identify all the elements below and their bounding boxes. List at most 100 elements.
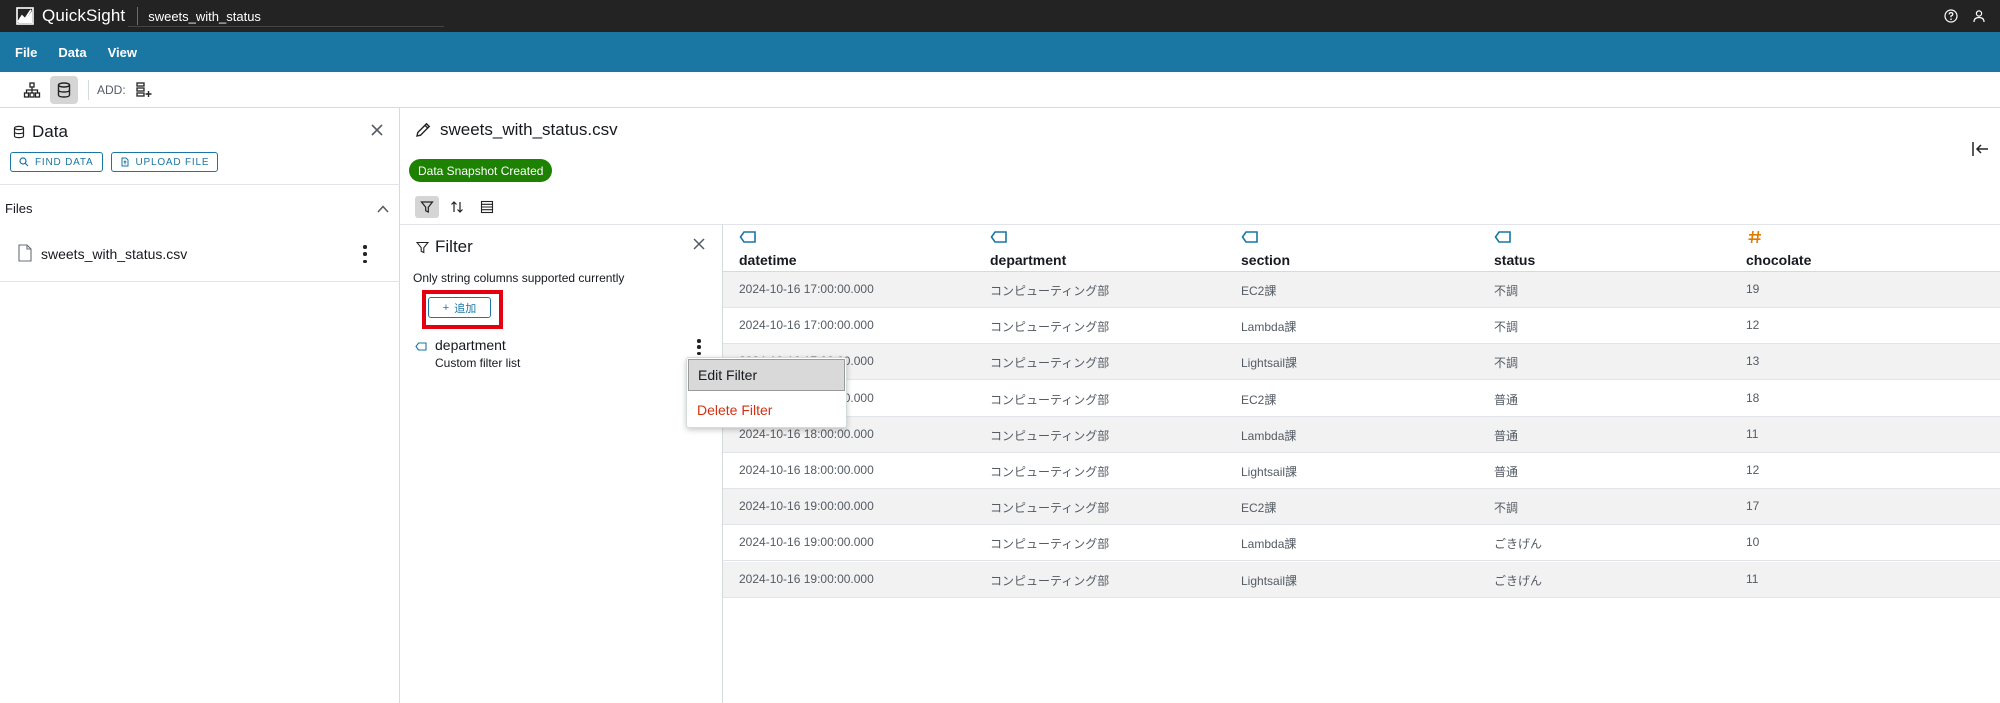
- menu-file[interactable]: File: [15, 45, 37, 60]
- table-row[interactable]: 2024-10-16 19:00:00.000 コンピューティング部 EC2課 不調 1…: [723, 489, 2000, 526]
- filter-toggle-button[interactable]: [415, 196, 439, 218]
- table-cell-chocolate: 11: [1746, 571, 1759, 586]
- table-cell-datetime: 2024-10-16 19:00:00.000: [739, 535, 874, 550]
- column-name: section: [1241, 252, 1291, 268]
- filter-item-name[interactable]: department: [435, 337, 506, 353]
- column-header-chocolate[interactable]: chocolate: [1730, 225, 1982, 271]
- table-cell-section: EC2課: [1241, 284, 1277, 298]
- table-cell-department: コンピューティング部: [990, 537, 1110, 552]
- plus-icon: +: [442, 301, 450, 314]
- more-options-icon[interactable]: [363, 245, 367, 263]
- table-row[interactable]: 2024-10-16 19:00:00.000 コンピューティング部 Lambda課…: [723, 525, 2000, 562]
- table-row[interactable]: 2024-10-16 18:00:00.000コンピューティング部EC2課普通1…: [723, 381, 2000, 417]
- table-cell-section: Lightsail課: [1241, 465, 1298, 479]
- close-icon[interactable]: [369, 122, 385, 138]
- table-cell-section: Lambda課: [1241, 428, 1297, 443]
- table-cell-chocolate: 11: [1746, 426, 1759, 441]
- chevron-up-icon[interactable]: [376, 202, 390, 216]
- table-cell-section: Lightsail課: [1241, 356, 1298, 371]
- quicksight-logo-icon: [16, 7, 34, 25]
- close-icon[interactable]: [692, 237, 706, 251]
- string-type-icon: [415, 342, 427, 351]
- search-icon: [19, 157, 29, 167]
- table-cell-status: 不調: [1494, 356, 1519, 371]
- list-toggle-button[interactable]: [475, 196, 499, 218]
- list-icon: [480, 200, 494, 214]
- table-cell-chocolate: 19: [1746, 282, 1760, 296]
- column-header-status[interactable]: status: [1478, 225, 1730, 271]
- table-row[interactable]: 2024-10-16 18:00:00.000 コンピューティング部 Lightsa…: [723, 453, 2000, 489]
- table-cell-department: コンピューティング部: [990, 356, 1110, 371]
- pencil-icon: [416, 122, 431, 137]
- filter-panel-title: Filter: [435, 237, 473, 256]
- table-cell-section: EC2課: [1241, 501, 1277, 516]
- find-data-label: FIND DATA: [35, 156, 94, 168]
- table-cell-datetime: 2024-10-16 18:00:00.000: [739, 426, 874, 441]
- table-row[interactable]: 2024-10-16 19:00:00.000 コンピューティング部 Lightsa…: [723, 561, 2000, 598]
- join-view-button[interactable]: [18, 76, 46, 104]
- add-table-icon: [136, 81, 152, 97]
- column-header-section[interactable]: section: [1225, 225, 1478, 271]
- delete-filter-menu-item[interactable]: Delete Filter: [688, 394, 845, 426]
- table-cell-chocolate: 17: [1746, 499, 1760, 514]
- hierarchy-icon: [23, 81, 41, 98]
- status-badge: Data Snapshot Created: [409, 159, 553, 182]
- dataset-title[interactable]: sweets_with_status.csv: [414, 120, 618, 140]
- user-icon[interactable]: [1972, 9, 1986, 23]
- quicksight-logo[interactable]: QuickSight: [16, 6, 125, 26]
- document-title[interactable]: sweets_with_status: [148, 9, 261, 24]
- table-cell-section: Lambda課: [1241, 537, 1297, 552]
- table-cell-department: コンピューティング部: [990, 465, 1110, 479]
- menu-data[interactable]: Data: [58, 45, 86, 60]
- data-view-button[interactable]: [50, 75, 78, 104]
- table-cell-department: コンピューティング部: [990, 573, 1110, 588]
- column-header-department[interactable]: department: [974, 225, 1225, 271]
- upload-file-button[interactable]: UPLOAD FILE: [110, 152, 219, 172]
- table-row[interactable]: 2024-10-16 17:00:00.000 コンピューティング部 EC2課 不調 1…: [723, 272, 2000, 308]
- table-cell-status: ごきげん: [1494, 573, 1543, 588]
- files-section-header[interactable]: Files: [0, 192, 400, 224]
- file-item[interactable]: sweets_with_status.csv: [0, 226, 400, 282]
- filter-icon: [420, 201, 434, 213]
- table-cell-status: 普通: [1494, 465, 1519, 479]
- number-type-icon: [1748, 230, 1761, 244]
- data-panel-title: Data: [32, 122, 68, 141]
- table-cell-section: EC2課: [1241, 392, 1277, 407]
- filter-context-menu: Edit Filter Delete Filter: [686, 357, 847, 428]
- column-header-datetime[interactable]: datetime: [723, 225, 974, 271]
- table-row[interactable]: 2024-10-16 17:00:00.000コンピューティング部Lightsa…: [723, 344, 2000, 381]
- add-data-button[interactable]: [130, 76, 158, 104]
- table-cell-department: コンピューティング部: [990, 284, 1110, 298]
- column-name: chocolate: [1746, 252, 1812, 268]
- filter-panel: Filter Only string columns supported cur…: [400, 224, 723, 703]
- dataset-title-text: sweets_with_status.csv: [440, 120, 618, 139]
- filter-options-icon[interactable]: [697, 339, 701, 355]
- title-underline: [128, 26, 444, 27]
- table-cell-status: 普通: [1494, 392, 1519, 407]
- database-icon: [13, 125, 25, 139]
- file-name: sweets_with_status.csv: [41, 246, 188, 262]
- table-cell-status: 普通: [1494, 428, 1519, 443]
- menu-view[interactable]: View: [108, 45, 137, 60]
- help-icon[interactable]: [1944, 9, 1958, 23]
- database-icon: [57, 81, 71, 98]
- table-cell-datetime: 2024-10-16 17:00:00.000: [739, 318, 874, 333]
- table-row[interactable]: 2024-10-16 18:00:00.000 コンピューティング部 Lambda課…: [723, 416, 2000, 453]
- find-data-button[interactable]: FIND DATA: [10, 152, 103, 172]
- table-row[interactable]: 2024-10-16 17:00:00.000 コンピューティング部 Lambda課…: [723, 308, 2000, 345]
- string-type-icon: [739, 231, 756, 243]
- string-type-icon: [1494, 231, 1511, 243]
- sort-toggle-button[interactable]: [445, 196, 469, 218]
- table-cell-status: 不調: [1494, 501, 1519, 516]
- title-divider: [137, 7, 139, 25]
- column-name: department: [990, 252, 1067, 268]
- add-filter-button[interactable]: + 追加: [428, 297, 491, 318]
- table-cell-status: ごきげん: [1494, 537, 1543, 552]
- string-type-icon: [990, 231, 1007, 243]
- filter-note: Only string columns supported currently: [413, 271, 625, 285]
- string-type-icon: [1241, 231, 1258, 243]
- table-cell-chocolate: 13: [1746, 354, 1760, 369]
- upload-file-icon: [121, 157, 128, 167]
- edit-filter-menu-item[interactable]: Edit Filter: [688, 359, 845, 391]
- collapse-panel-icon[interactable]: [1970, 140, 1990, 158]
